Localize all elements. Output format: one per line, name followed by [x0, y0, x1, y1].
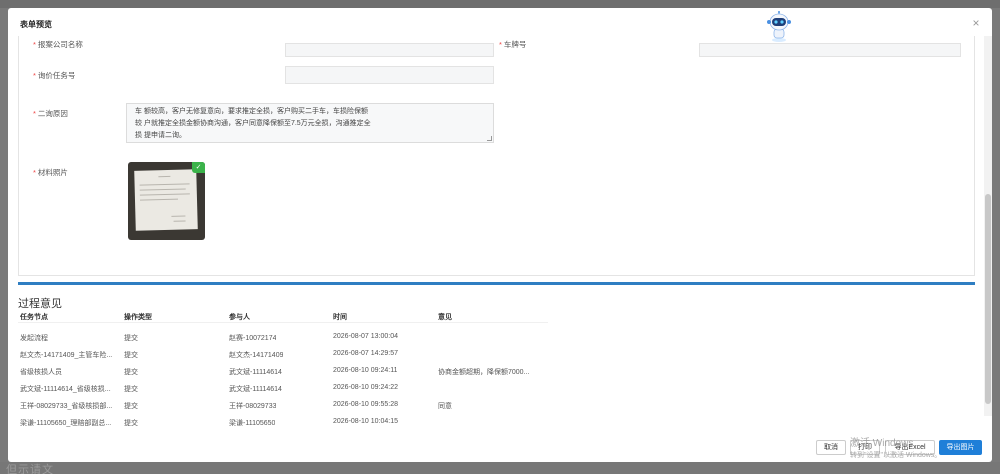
table-cell: 同意 [438, 403, 452, 410]
company-field[interactable] [285, 43, 494, 57]
table-cell: 协商金额超期，降保额7000... [438, 369, 530, 376]
table-cell: 赵赛-10072174 [229, 335, 277, 342]
table-cell: 2026-08-10 09:55:28 [333, 401, 398, 408]
table-cell: 提交 [124, 352, 138, 359]
scrollbar-thumb[interactable] [985, 194, 991, 404]
reason-label: * 二询原因 [33, 109, 68, 118]
table-cell: 提交 [124, 369, 138, 376]
section-divider [18, 282, 975, 285]
resize-handle-icon[interactable] [487, 136, 492, 141]
table-cell: 武文斌-11114614 [229, 386, 282, 393]
table-cell: 梁谦-11105650 [229, 420, 276, 427]
form-preview-modal: 表单预览 × * 报案公司名称 * 车牌号 * 询价任务号 * 二询原因 车 额… [8, 8, 992, 462]
table-cell: 2026-08-10 09:24:11 [333, 367, 398, 374]
close-icon[interactable]: × [970, 17, 982, 29]
table-cell: 省级核损人员 [20, 369, 62, 376]
table-cell: 武文斌-11114614_省级核损... [20, 386, 111, 393]
background-bottom-strip [0, 462, 1000, 474]
reason-line: 损 提申请二询。 [135, 132, 186, 139]
table-cell: 赵文杰-14171409_主管车险... [20, 352, 113, 359]
export-image-button[interactable]: 导出图片 [939, 440, 982, 455]
table-cell: 提交 [124, 403, 138, 410]
table-cell: 2026-08-07 14:29:57 [333, 350, 398, 357]
table-cell: 2026-08-07 13:00:04 [333, 333, 398, 340]
column-header-node: 任务节点 [20, 314, 48, 321]
table-cell: 2026-08-10 09:24:22 [333, 384, 398, 391]
column-header-participant: 参与人 [229, 314, 250, 321]
column-header-time: 时间 [333, 314, 347, 321]
process-section-title: 过程意见 [18, 298, 62, 310]
plate-label: * 车牌号 [499, 40, 527, 49]
document-photo-image [134, 169, 198, 231]
table-cell: 赵文杰-14171409 [229, 352, 284, 359]
table-cell: 提交 [124, 335, 138, 342]
plate-field[interactable] [699, 43, 961, 57]
task-field[interactable] [285, 66, 494, 84]
export-excel-button[interactable]: 导出Excel [885, 440, 935, 455]
background-top-strip [0, 0, 1000, 8]
modal-scrollbar[interactable] [984, 36, 992, 416]
table-cell: 提交 [124, 420, 138, 427]
reason-textarea[interactable]: 车 额较高，客户无修复意向，要求推定全损，客户购买二手车，车损险保额 较 户就推… [126, 103, 494, 143]
column-header-opinion: 意见 [438, 314, 452, 321]
modal-header: 表单预览 × [8, 8, 992, 42]
cancel-button[interactable]: 取消 [816, 440, 846, 455]
table-cell: 梁谦-11105650_理赔部副总... [20, 420, 112, 427]
modal-title: 表单预览 [20, 20, 52, 29]
photo-label: * 材料照片 [33, 168, 68, 177]
reason-line: 车 额较高，客户无修复意向，要求推定全损，客户购买二手车，车损险保额 [135, 108, 368, 115]
table-cell: 王祥-08029733_省级核损部... [20, 403, 113, 410]
task-label: * 询价任务号 [33, 71, 76, 80]
table-cell: 2026-08-10 10:04:15 [333, 418, 398, 425]
reason-line: 较 户就推定全损金额协商沟通，客户同意降保额至7.5万元全损，沟通推定全 [135, 120, 371, 127]
check-badge-icon: ✓ [192, 162, 205, 173]
table-cell: 王祥-08029733 [229, 403, 277, 410]
background-bottom-text: 但示请文 [6, 463, 54, 474]
company-label: * 报案公司名称 [33, 40, 83, 49]
table-cell: 武文斌-11114614 [229, 369, 282, 376]
table-cell: 发起流程 [20, 335, 48, 342]
form-panel: * 报案公司名称 * 车牌号 * 询价任务号 * 二询原因 车 额较高，客户无修复意向，… [18, 36, 975, 276]
print-button[interactable]: 打印 [850, 440, 880, 455]
table-cell: 提交 [124, 386, 138, 393]
material-photo-thumbnail[interactable]: ✓ [128, 162, 205, 240]
column-header-operation: 操作类型 [124, 314, 152, 321]
